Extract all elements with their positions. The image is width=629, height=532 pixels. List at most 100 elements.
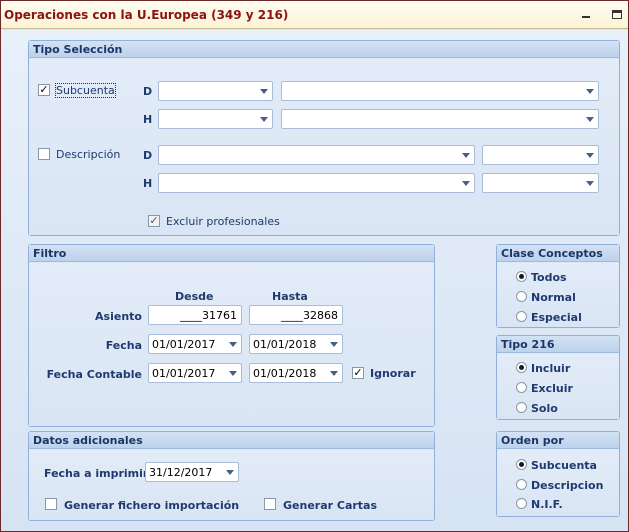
chevron-down-icon[interactable] <box>225 336 240 352</box>
orden-por-heading: Orden por <box>497 432 619 449</box>
fecha-hasta-picker[interactable]: 01/01/2018 <box>249 334 343 354</box>
tipo-seleccion-heading: Tipo Selección <box>29 41 619 58</box>
fecha-label: Fecha <box>105 339 142 352</box>
descripcion-label: Descripción <box>56 148 121 161</box>
chevron-down-icon[interactable] <box>326 365 341 381</box>
chevron-down-icon[interactable] <box>582 111 597 127</box>
subcuenta-h-label: H <box>143 113 153 126</box>
generar-fichero-checkbox[interactable] <box>45 498 57 510</box>
radio-especial[interactable] <box>516 311 527 322</box>
chevron-down-icon[interactable] <box>256 111 271 127</box>
maximize-button[interactable] <box>609 6 625 22</box>
asiento-desde-input[interactable]: ____31761 <box>148 305 242 325</box>
minimize-button[interactable] <box>578 6 594 22</box>
clase-conceptos-body: Todos Normal Especial <box>497 263 619 327</box>
tipo-seleccion-body: ✓ Subcuenta D H Descripción D H ✓ Exclui… <box>29 59 619 235</box>
tipo-216-body: Incluir Excluir Solo <box>497 354 619 419</box>
chevron-down-icon[interactable] <box>326 336 341 352</box>
title-bar: Operaciones con la U.Europea (349 y 216) <box>1 1 628 29</box>
radio-excluir[interactable] <box>516 382 527 393</box>
fecha-imprimir-picker[interactable]: 31/12/2017 <box>145 462 239 482</box>
radio-incluir[interactable] <box>516 362 527 373</box>
fecha-contable-hasta-value: 01/01/2018 <box>253 367 317 380</box>
radio-incluir-label: Incluir <box>531 362 571 375</box>
generar-cartas-checkbox[interactable] <box>264 498 276 510</box>
fecha-imprimir-label: Fecha a imprimir <box>44 467 149 480</box>
fecha-contable-desde-picker[interactable]: 01/01/2017 <box>148 363 242 383</box>
checkmark-icon: ✓ <box>149 214 159 227</box>
tipo-216-panel: Tipo 216 Incluir Excluir Solo <box>496 335 620 420</box>
form-area: Tipo Selección ✓ Subcuenta D H Descripci… <box>1 30 628 531</box>
orden-por-body: Subcuenta Descripcion N.I.F. <box>497 450 619 516</box>
fecha-contable-label: Fecha Contable <box>46 368 142 381</box>
chevron-down-icon[interactable] <box>222 464 237 480</box>
radio-normal-label: Normal <box>531 291 576 304</box>
chevron-down-icon[interactable] <box>458 147 473 163</box>
clase-conceptos-panel: Clase Conceptos Todos Normal Especial <box>496 244 620 328</box>
checkmark-icon: ✓ <box>353 366 363 379</box>
radio-descripcion[interactable] <box>516 479 527 490</box>
radio-nif-label: N.I.F. <box>531 498 563 511</box>
generar-cartas-label: Generar Cartas <box>283 499 378 512</box>
subcuenta-desde-name-combo[interactable] <box>281 81 599 101</box>
radio-normal[interactable] <box>516 291 527 302</box>
datos-adicionales-heading: Datos adicionales <box>29 432 434 449</box>
asiento-label: Asiento <box>95 310 142 323</box>
window-title: Operaciones con la U.Europea (349 y 216) <box>4 8 289 22</box>
chevron-down-icon[interactable] <box>225 365 240 381</box>
subcuenta-d-label: D <box>143 85 153 98</box>
fecha-desde-picker[interactable]: 01/01/2017 <box>148 334 242 354</box>
orden-por-panel: Orden por Subcuenta Descripcion N.I.F. <box>496 431 620 517</box>
radio-todos[interactable] <box>516 271 527 282</box>
generar-fichero-label: Generar fichero importación <box>64 499 240 512</box>
chevron-down-icon[interactable] <box>458 175 473 191</box>
maximize-icon <box>612 9 622 19</box>
radio-descripcion-label: Descripcion <box>531 479 604 492</box>
descripcion-desde-extra-combo[interactable] <box>482 145 599 165</box>
excluir-profesionales-label: Excluir profesionales <box>166 215 280 228</box>
datos-adicionales-body: Fecha a imprimir 31/12/2017 Generar fich… <box>29 450 434 520</box>
fecha-desde-value: 01/01/2017 <box>152 338 216 351</box>
chevron-down-icon[interactable] <box>582 83 597 99</box>
radio-especial-label: Especial <box>531 311 582 324</box>
radio-todos-label: Todos <box>531 271 567 284</box>
radio-subcuenta[interactable] <box>516 459 527 470</box>
report-window: Operaciones con la U.Europea (349 y 216)… <box>0 0 629 532</box>
tipo-seleccion-panel: Tipo Selección ✓ Subcuenta D H Descripci… <box>28 40 620 236</box>
subcuenta-hasta-name-combo[interactable] <box>281 109 599 129</box>
excluir-profesionales-checkbox[interactable]: ✓ <box>148 215 160 227</box>
fecha-imprimir-value: 31/12/2017 <box>149 466 213 479</box>
minimize-icon <box>582 16 590 18</box>
subcuenta-checkbox[interactable]: ✓ <box>38 84 50 96</box>
subcuenta-label: Subcuenta <box>55 83 116 98</box>
filtro-body: Desde Hasta Asiento ____31761 ____32868 … <box>29 263 434 426</box>
chevron-down-icon[interactable] <box>582 175 597 191</box>
datos-adicionales-panel: Datos adicionales Fecha a imprimir 31/12… <box>28 431 435 521</box>
descripcion-hasta-extra-combo[interactable] <box>482 173 599 193</box>
chevron-down-icon[interactable] <box>582 147 597 163</box>
descripcion-hasta-combo[interactable] <box>158 173 475 193</box>
ignorar-checkbox[interactable]: ✓ <box>352 367 364 379</box>
chevron-down-icon[interactable] <box>256 83 271 99</box>
hasta-header: Hasta <box>272 290 308 303</box>
subcuenta-desde-combo[interactable] <box>158 81 273 101</box>
subcuenta-hasta-combo[interactable] <box>158 109 273 129</box>
fecha-contable-desde-value: 01/01/2017 <box>152 367 216 380</box>
asiento-hasta-input[interactable]: ____32868 <box>249 305 343 325</box>
descripcion-h-label: H <box>143 177 153 190</box>
descripcion-checkbox[interactable] <box>38 148 50 160</box>
fecha-hasta-value: 01/01/2018 <box>253 338 317 351</box>
radio-solo[interactable] <box>516 402 527 413</box>
descripcion-d-label: D <box>143 149 153 162</box>
radio-excluir-label: Excluir <box>531 382 573 395</box>
descripcion-desde-combo[interactable] <box>158 145 475 165</box>
radio-nif[interactable] <box>516 498 527 509</box>
filtro-panel: Filtro Desde Hasta Asiento ____31761 ___… <box>28 244 435 427</box>
tipo-216-heading: Tipo 216 <box>497 336 619 353</box>
ignorar-label: Ignorar <box>370 367 416 380</box>
fecha-contable-hasta-picker[interactable]: 01/01/2018 <box>249 363 343 383</box>
checkmark-icon: ✓ <box>39 83 49 96</box>
clase-conceptos-heading: Clase Conceptos <box>497 245 619 262</box>
desde-header: Desde <box>175 290 214 303</box>
radio-solo-label: Solo <box>531 402 558 415</box>
